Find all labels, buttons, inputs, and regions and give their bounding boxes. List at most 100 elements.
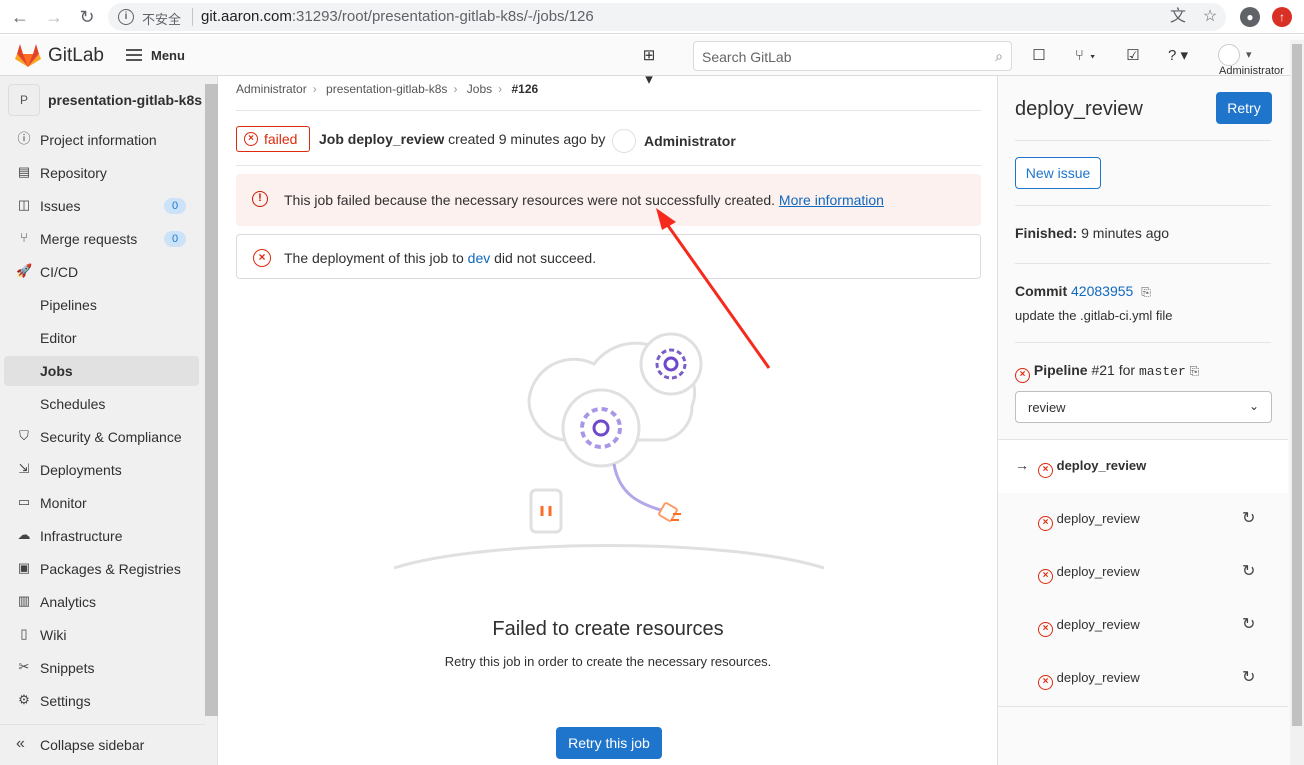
sidebar-item-pipelines[interactable]: Pipelines xyxy=(4,290,199,320)
issues-count-badge: 0 xyxy=(164,198,186,214)
hamburger-icon[interactable] xyxy=(126,49,142,63)
retry-icon[interactable]: ↻ xyxy=(1242,667,1255,687)
breadcrumb-item[interactable]: Jobs xyxy=(467,82,492,96)
pipeline-link[interactable]: #21 xyxy=(1091,362,1114,378)
sidebar-item-packages[interactable]: ▣ Packages & Registries xyxy=(4,554,199,584)
sidebar-item-issues[interactable]: ◫ Issues 0 xyxy=(4,191,199,221)
sidebar-item-analytics[interactable]: ▥ Analytics xyxy=(4,587,199,617)
update-icon[interactable]: ↑ xyxy=(1272,7,1292,27)
breadcrumb-item[interactable]: presentation-gitlab-k8s xyxy=(326,82,447,96)
new-issue-button[interactable]: New issue xyxy=(1015,157,1101,189)
sidebar-item-security[interactable]: ⛉ Security & Compliance xyxy=(4,422,199,452)
breadcrumb-item[interactable]: #126 xyxy=(511,82,538,96)
page-scrollbar[interactable] xyxy=(1290,40,1304,765)
project-name: presentation-gitlab-k8s xyxy=(48,92,203,108)
job-details-sidebar: deploy_review Retry New issue Finished: … xyxy=(997,76,1290,765)
sidebar-scrollbar[interactable] xyxy=(205,84,218,716)
author-name[interactable]: Administrator xyxy=(644,133,736,149)
gear-icon: ⚙ xyxy=(18,692,30,707)
deploy-icon: ⇲ xyxy=(18,461,30,476)
rocket-icon: 🚀 xyxy=(16,263,33,278)
back-icon[interactable]: ← xyxy=(8,5,32,29)
new-item-icon[interactable]: ⊞ ▾ xyxy=(637,44,661,88)
menu-button[interactable]: Menu xyxy=(151,48,185,63)
chevron-down-icon[interactable]: ▾ xyxy=(1246,48,1252,61)
commit-sha-link[interactable]: 42083955 xyxy=(1071,283,1133,299)
search-input[interactable]: Search GitLab ⌕ xyxy=(693,41,1012,71)
collapse-sidebar-button[interactable]: « Collapse sidebar xyxy=(0,724,205,764)
sidebar-item-cicd[interactable]: 🚀 CI/CD xyxy=(4,257,199,287)
environment-link[interactable]: dev xyxy=(468,250,491,266)
list-item[interactable]: → × deploy_review xyxy=(998,440,1288,493)
copy-icon[interactable]: ⎘ xyxy=(1190,364,1200,378)
forward-icon[interactable]: → xyxy=(42,5,66,29)
retry-icon[interactable]: ↻ xyxy=(1242,614,1255,634)
search-icon: ⌕ xyxy=(995,48,1003,64)
sidebar-item-merge-requests[interactable]: ⑂ Merge requests 0 xyxy=(4,224,199,254)
retry-job-button[interactable]: Retry this job xyxy=(556,727,662,759)
breadcrumb-item[interactable]: Administrator xyxy=(236,82,307,96)
failed-icon: × xyxy=(1038,675,1053,690)
status-badge[interactable]: × failed xyxy=(236,126,310,152)
retry-icon[interactable]: ↻ xyxy=(1242,508,1255,528)
issues-icon: ◫ xyxy=(17,197,31,212)
list-item[interactable]: × deploy_review ↻ xyxy=(998,546,1288,599)
retry-icon[interactable]: ↻ xyxy=(1242,561,1255,581)
stage-dropdown[interactable]: review ⌄ xyxy=(1015,391,1272,423)
reload-icon[interactable]: ↻ xyxy=(75,5,99,29)
sidebar-item-repository[interactable]: ▤ Repository xyxy=(4,158,199,188)
sidebar-item-infrastructure[interactable]: ☁ Infrastructure xyxy=(4,521,199,551)
pipeline-info: × Pipeline #21 for master ⎘ xyxy=(1015,362,1199,383)
project-header[interactable]: P presentation-gitlab-k8s xyxy=(8,84,208,116)
warning-icon: ! xyxy=(252,191,268,207)
left-sidebar: P presentation-gitlab-k8s ⓘ Project infor… xyxy=(0,76,218,765)
more-information-link[interactable]: More information xyxy=(779,192,884,208)
retry-button[interactable]: Retry xyxy=(1216,92,1272,124)
avatar[interactable] xyxy=(1218,44,1240,66)
sidebar-item-deployments[interactable]: ⇲ Deployments xyxy=(4,455,199,485)
deployment-status: × The deployment of this job to dev did … xyxy=(236,234,981,279)
finished-info: Finished: 9 minutes ago xyxy=(1015,225,1170,241)
list-item[interactable]: × deploy_review ↻ xyxy=(998,493,1288,546)
monitor-icon: ▭ xyxy=(17,494,31,509)
sidebar-item-snippets[interactable]: ✂ Snippets xyxy=(4,653,199,683)
gitlab-header: GitLab Menu ⊞ ▾ Search GitLab ⌕ ☐ ⑂ ▾ ☑ … xyxy=(0,36,1304,88)
sidebar-item-monitor[interactable]: ▭ Monitor xyxy=(4,488,199,518)
book-icon: ▯ xyxy=(20,626,28,641)
doc-icon: ▤ xyxy=(17,164,31,179)
list-item[interactable]: × deploy_review ↻ xyxy=(998,652,1288,705)
chart-icon: ▥ xyxy=(17,593,31,608)
gitlab-logo-icon[interactable] xyxy=(14,42,42,68)
package-icon: ▣ xyxy=(17,560,31,575)
info-icon[interactable]: i xyxy=(118,9,134,25)
help-icon[interactable]: ? ▾ xyxy=(1160,44,1196,68)
list-item[interactable]: × deploy_review ↻ xyxy=(998,599,1288,652)
sidebar-item-jobs[interactable]: Jobs xyxy=(4,356,199,386)
sidebar-item-settings[interactable]: ⚙ Settings xyxy=(4,686,199,716)
merge-requests-icon[interactable]: ⑂ ▾ xyxy=(1068,44,1104,68)
project-avatar: P xyxy=(8,84,40,116)
sidebar-item-wiki[interactable]: ▯ Wiki xyxy=(4,620,199,650)
insecure-label: 不安全 xyxy=(142,12,182,27)
arrow-right-icon: → xyxy=(1015,457,1029,473)
star-icon[interactable]: ☆ xyxy=(1200,7,1220,27)
issues-icon[interactable]: ☐ xyxy=(1027,44,1051,68)
url-text[interactable]: git.aaron.com:31293/root/presentation-gi… xyxy=(201,8,594,25)
job-title: deploy_review xyxy=(1015,98,1143,120)
brand-name[interactable]: GitLab xyxy=(48,45,104,67)
sidebar-item-project-information[interactable]: ⓘ Project information xyxy=(4,125,199,155)
address-bar[interactable]: i 不安全 git.aaron.com:31293/root/presentat… xyxy=(108,3,1226,31)
copy-icon[interactable]: ⎘ xyxy=(1141,285,1151,299)
main-content: Administrator › presentation-gitlab-k8s › … xyxy=(219,76,997,765)
sidebar-item-editor[interactable]: Editor xyxy=(4,323,199,353)
annotation-arrow-icon xyxy=(656,208,771,369)
avatar[interactable] xyxy=(612,129,636,153)
browser-toolbar: ← → ↻ i 不安全 git.aaron.com:31293/root/pre… xyxy=(0,0,1304,34)
translate-icon[interactable]: ⽂ xyxy=(1168,7,1188,27)
branch-name[interactable]: master xyxy=(1139,364,1186,379)
profile-icon[interactable]: ● xyxy=(1240,7,1260,27)
cloud-icon: ☁ xyxy=(17,527,31,542)
sidebar-item-schedules[interactable]: Schedules xyxy=(4,389,199,419)
todo-icon[interactable]: ☑ xyxy=(1121,44,1145,68)
empty-state-title: Failed to create resources xyxy=(492,618,724,640)
